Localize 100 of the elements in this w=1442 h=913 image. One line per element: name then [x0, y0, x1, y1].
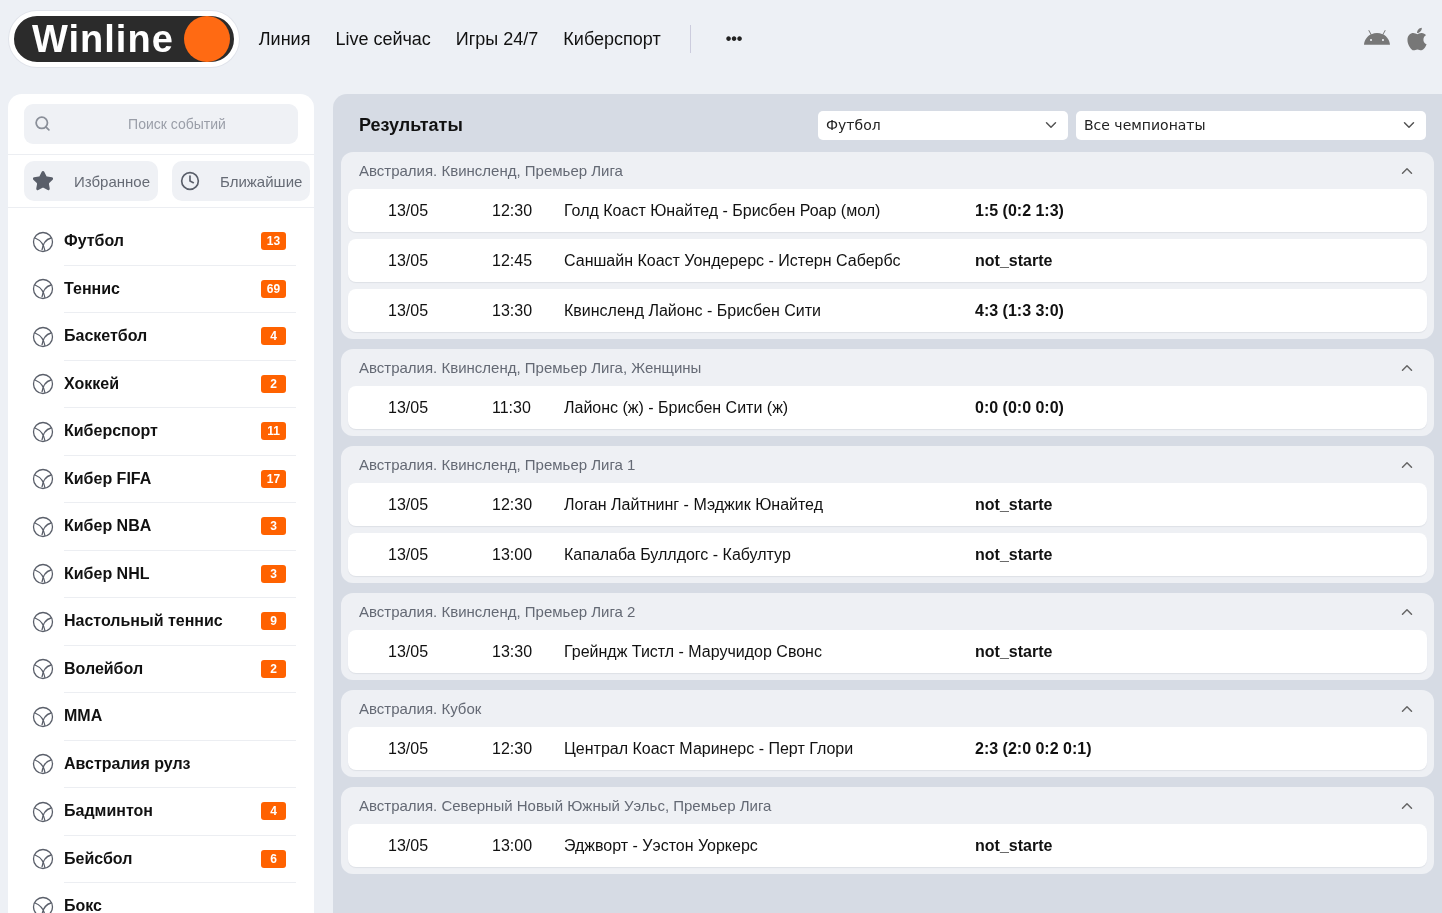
match-row[interactable]: 13/05 12:30 Логан Лайтнинг - Мэджик Юнайтед not_starte [348, 483, 1427, 526]
match-score: not_starte [975, 251, 1054, 270]
count-badge: 3 [261, 564, 286, 583]
nav-link[interactable]: Live сейчас [335, 28, 431, 50]
sport-item[interactable]: Хоккей [64, 374, 261, 393]
count-badge: 4 [261, 327, 286, 346]
search-field[interactable]: Поиск событий [24, 104, 298, 144]
match-date: 13/05 [388, 301, 430, 320]
match-time: 12:45 [492, 251, 534, 270]
count-badge: 13 [261, 232, 286, 251]
sport-item[interactable]: Теннис [64, 279, 261, 298]
sport-item[interactable]: Настольный теннис [64, 612, 261, 631]
match-date: 13/05 [388, 398, 430, 417]
match-score: not_starte [975, 495, 1054, 514]
match-score: 1:5 (0:2 1:3) [975, 201, 1065, 220]
sport-item[interactable]: Футбол [64, 232, 261, 251]
match-row[interactable]: 13/05 13:00 Капалаба Буллдогс - Кабултур not_starte [348, 533, 1427, 576]
match-score: 4:3 (1:3 3:0) [975, 301, 1065, 320]
match-date: 13/05 [388, 545, 430, 564]
match-score: not_starte [975, 836, 1054, 855]
match-row[interactable]: 13/05 11:30 Лайонс (ж) - Брисбен Сити (ж) 0:0 (0:0 0:0) [348, 386, 1427, 429]
match-date: 13/05 [388, 251, 430, 270]
sport-select[interactable]: Футбол [818, 110, 1068, 140]
ball-icon [32, 278, 54, 301]
match-teams: Капалаба Буллдогс - Кабултур [564, 545, 792, 564]
match-teams: Централ Коаст Маринерс - Перт Глори [564, 739, 855, 758]
nav-link[interactable]: Линия [258, 28, 311, 50]
sport-item[interactable]: Кибер FIFA [64, 469, 261, 488]
sport-item[interactable]: Бадминтон [64, 802, 261, 821]
league-name[interactable]: Австралия. Квинсленд, Премьер Лига 2 [359, 603, 636, 620]
match-row[interactable]: 13/05 12:30 Голд Коаст Юнайтед - Брисбен Роар (мол) 1:5 (0:2 1:3) [348, 189, 1427, 232]
match-teams: Квинсленд Лайонс - Брисбен Сити [564, 301, 822, 320]
match-teams: Логан Лайтнинг - Мэджик Юнайтед [564, 495, 824, 514]
count-badge: 9 [261, 612, 286, 631]
sport-item[interactable]: Кибер NHL [64, 564, 261, 583]
ball-icon [32, 420, 54, 443]
match-score: 2:3 (2:0 0:2 0:1) [975, 739, 1093, 758]
ball-icon [32, 468, 54, 491]
sport-item[interactable]: Киберспорт [64, 422, 261, 441]
match-score: not_starte [975, 642, 1054, 661]
ball-icon [32, 800, 54, 823]
ball-icon [32, 325, 54, 348]
league-name[interactable]: Австралия. Квинсленд, Премьер Лига 1 [359, 456, 636, 473]
ball-icon [32, 610, 54, 633]
match-time: 13:30 [492, 642, 534, 661]
count-badge: 3 [261, 517, 286, 536]
count-badge: 2 [261, 374, 286, 393]
ball-icon [32, 230, 54, 253]
favorites-button[interactable]: Избранное [24, 161, 159, 201]
league-name[interactable]: Австралия. Квинсленд, Премьер Лига, Женщины [359, 359, 702, 376]
match-row[interactable]: 13/05 13:30 Грейндж Тистл - Маручидор Свонс not_starte [348, 630, 1427, 673]
match-row[interactable]: 13/05 12:30 Централ Коаст Маринерс - Перт Глори 2:3 (2:0 0:2 0:1) [348, 727, 1427, 770]
match-date: 13/05 [388, 201, 430, 220]
sport-item[interactable]: MMA [64, 707, 286, 726]
match-score: 0:0 (0:0 0:0) [975, 398, 1065, 417]
match-row[interactable]: 13/05 13:00 Эджворт - Уэстон Уоркерс not_starte [348, 824, 1427, 867]
match-time: 11:30 [492, 398, 532, 417]
match-score: not_starte [975, 545, 1054, 564]
league-name[interactable]: Австралия. Квинсленд, Премьер Лига [359, 162, 623, 179]
nav-link[interactable]: Игры 24/7 [455, 28, 539, 50]
sport-item[interactable]: Бейсбол [64, 849, 261, 868]
count-badge: 11 [261, 422, 286, 441]
ball-icon [32, 373, 54, 396]
logo[interactable]: Winline [9, 11, 239, 67]
ball-icon [32, 705, 54, 728]
match-date: 13/05 [388, 836, 430, 855]
match-row[interactable]: 13/05 12:45 Саншайн Коаст Уондерерс - Истерн Сабербс not_starte [348, 239, 1427, 282]
match-teams: Лайонс (ж) - Брисбен Сити (ж) [564, 398, 790, 417]
sport-item[interactable]: Австралия рулз [64, 754, 286, 773]
count-badge: 69 [261, 279, 286, 298]
upcoming-button[interactable]: Ближайшие [172, 161, 311, 201]
search-icon [34, 115, 51, 132]
ball-icon [32, 658, 54, 681]
ball-icon [32, 848, 54, 871]
count-badge: 6 [261, 849, 286, 868]
match-teams: Голд Коаст Юнайтед - Брисбен Роар (мол) [564, 201, 882, 220]
sport-item[interactable]: Баскетбол [64, 327, 261, 346]
ball-icon [32, 753, 54, 776]
more-button[interactable]: ••• [719, 30, 749, 48]
match-row[interactable]: 13/05 13:30 Квинсленд Лайонс - Брисбен Сити 4:3 (1:3 3:0) [348, 289, 1427, 332]
clock-icon [180, 171, 201, 191]
match-teams: Эджворт - Уэстон Уоркерс [564, 836, 759, 855]
sport-item[interactable]: Волейбол [64, 659, 261, 678]
match-time: 12:30 [492, 739, 534, 758]
sport-item[interactable]: Кибер NBA [64, 517, 261, 536]
ball-icon [32, 563, 54, 586]
star-icon [32, 170, 54, 192]
match-time: 13:00 [492, 836, 534, 855]
page-title: Результаты [359, 114, 464, 136]
nav-link[interactable]: Киберспорт [563, 28, 661, 50]
league-name[interactable]: Австралия. Северный Новый Южный Уэльс, Премьер Лига [359, 797, 772, 814]
match-teams: Саншайн Коаст Уондерерс - Истерн Сабербс [564, 251, 902, 270]
match-date: 13/05 [388, 495, 430, 514]
match-time: 12:30 [492, 201, 534, 220]
league-name[interactable]: Австралия. Кубок [359, 700, 482, 717]
match-time: 13:00 [492, 545, 534, 564]
sport-item[interactable]: Бокс [64, 897, 286, 913]
count-badge: 4 [261, 802, 286, 821]
league-select[interactable]: Все чемпионаты [1076, 110, 1426, 140]
match-date: 13/05 [388, 739, 430, 758]
